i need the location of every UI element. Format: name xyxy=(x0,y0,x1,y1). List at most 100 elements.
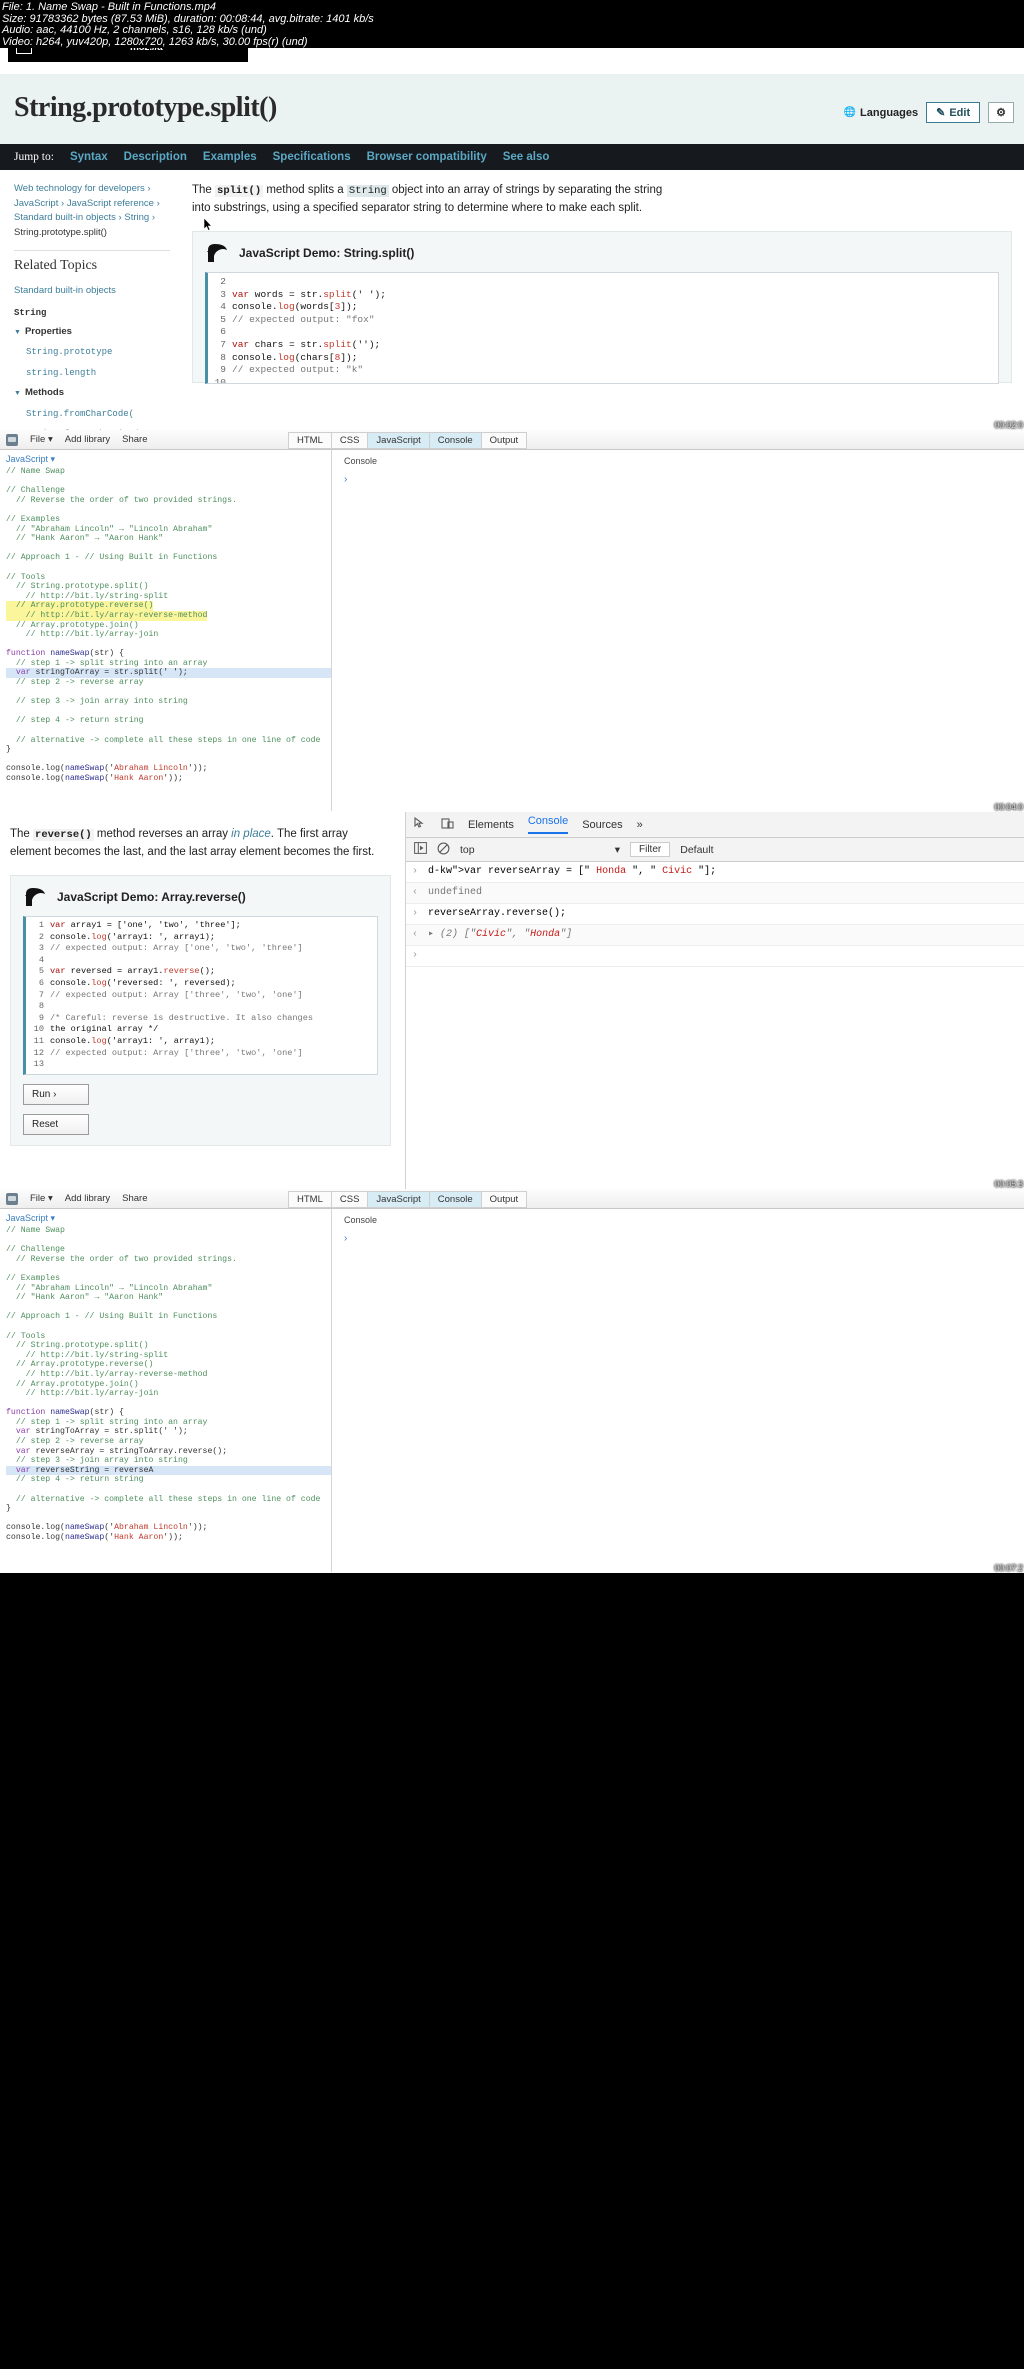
devtools-tab-elements[interactable]: Elements xyxy=(468,819,514,831)
video-frame-3: The reverse() method reverses an array i… xyxy=(0,812,1024,1189)
fiddle-editor-pane[interactable]: JavaScript ▾ // Name Swap // Challenge /… xyxy=(0,450,332,811)
sidebar-link-standard-built-in-objects[interactable]: Standard built-in objects xyxy=(14,284,170,299)
sidebar-group-properties[interactable]: ▼ Properties xyxy=(14,325,170,341)
fiddle-editor-pane[interactable]: JavaScript ▾ // Name Swap // Challenge /… xyxy=(0,1209,332,1572)
breadcrumb-item-0[interactable]: Web technology for developers xyxy=(14,183,145,194)
console-prompt[interactable]: › xyxy=(332,1225,1024,1244)
console-context-selector[interactable]: top ▾ xyxy=(460,844,620,856)
tab-javascript[interactable]: JavaScript xyxy=(367,1191,429,1208)
link-in-place[interactable]: in place xyxy=(231,828,271,840)
mdn-page-header: String.prototype.split() 🌐 Languages ✎ E… xyxy=(0,74,1024,144)
console-header: Console xyxy=(344,1215,378,1225)
sidebar-root-label: String xyxy=(14,308,47,318)
jump-link-specifications[interactable]: Specifications xyxy=(273,151,351,163)
tab-console[interactable]: Console xyxy=(428,1191,481,1208)
line-number: 5 xyxy=(220,313,226,325)
jump-link-examples[interactable]: Examples xyxy=(203,151,257,163)
devtools-tab-console[interactable]: Console xyxy=(527,815,569,834)
tab-html[interactable]: HTML xyxy=(288,1191,331,1208)
code-line: // http://bit.ly/array-join xyxy=(6,1389,159,1399)
tab-javascript[interactable]: JavaScript xyxy=(367,432,429,449)
code-line: 11 console.log('array1: ', array1); xyxy=(26,1036,377,1048)
demo-title: JavaScript Demo: String.split() xyxy=(239,246,415,260)
devtools-more-tabs-icon[interactable]: » xyxy=(637,819,643,831)
javascript-demo-reverse: JavaScript Demo: Array.reverse() 1 var ar… xyxy=(10,875,391,1146)
code-line: // Challenge xyxy=(6,486,65,496)
pencil-icon: ✎ xyxy=(936,107,946,119)
menu-add-library[interactable]: Add library xyxy=(65,434,110,445)
code-line: // Name Swap xyxy=(6,467,65,476)
code-line: var stringToArray = str.split(' '); xyxy=(15,1427,188,1437)
line-number: 8 xyxy=(220,351,226,363)
line-text: console.log('array1: ', array1); xyxy=(50,931,216,942)
code-line: // "Abraham Lincoln" → "Lincoln Abraham" xyxy=(6,524,213,534)
sidebar-item-string-prototype[interactable]: String.prototype xyxy=(26,345,170,360)
languages-button[interactable]: 🌐 Languages xyxy=(844,107,919,119)
editor-language-selector[interactable]: JavaScript ▾ xyxy=(0,450,331,467)
menu-share[interactable]: Share xyxy=(122,1193,147,1204)
desc-part-b: method splits a xyxy=(263,184,347,196)
menu-add-library[interactable]: Add library xyxy=(65,1193,110,1204)
tab-html[interactable]: HTML xyxy=(288,432,331,449)
line-text: // expected output: "k" xyxy=(232,364,364,376)
video-frame-2: File ▾ Add library Share HTML CSS JavaSc… xyxy=(0,430,1024,812)
code-line: 2 xyxy=(208,276,998,289)
console-level-selector[interactable]: Default xyxy=(680,844,713,856)
run-button[interactable]: Run › xyxy=(23,1083,89,1105)
editor-language-selector[interactable]: JavaScript ▾ xyxy=(0,1209,331,1226)
settings-button[interactable]: ⚙ xyxy=(988,102,1014,123)
breadcrumb: Web technology for developers › JavaScri… xyxy=(14,183,160,238)
console-filter-input[interactable]: Filter xyxy=(630,842,671,857)
line-number: 6 xyxy=(38,977,44,988)
tab-output[interactable]: Output xyxy=(480,432,528,449)
sidebar-group-methods[interactable]: ▼ Methods xyxy=(14,386,170,402)
breadcrumb-item-1[interactable]: JavaScript xyxy=(14,198,58,209)
edit-button[interactable]: ✎ Edit xyxy=(926,102,981,123)
rdemo-code-editor[interactable]: 1 var array1 = ['one', 'two', 'three']; 2 c… xyxy=(23,916,378,1075)
reset-button[interactable]: Reset xyxy=(23,1113,89,1135)
line-number: 11 xyxy=(33,1035,44,1046)
line-number: 9 xyxy=(38,1012,44,1023)
video-frame-4: File ▾ Add library Share HTML CSS JavaSc… xyxy=(0,1189,1024,1573)
sidebar-item-fromcharcode[interactable]: String.fromCharCode( xyxy=(26,407,170,422)
editor-code[interactable]: // Name Swap // Challenge // Reverse the… xyxy=(0,1226,331,1543)
breadcrumb-item-4[interactable]: String xyxy=(124,212,149,223)
demo-code-editor[interactable]: 2 3 var words = str.split(' '); 4 console.lo… xyxy=(205,272,999,384)
line-number: 3 xyxy=(38,943,44,954)
jump-link-browser-compatibility[interactable]: Browser compatibility xyxy=(367,151,487,163)
code-line: // Reverse the order of two provided str… xyxy=(6,495,237,505)
frame-timestamp: 00:02:0 xyxy=(994,420,1023,430)
code-line: // Approach 1 - // Using Built in Functi… xyxy=(6,553,218,563)
editor-code[interactable]: // Name Swap // Challenge // Reverse the… xyxy=(0,467,331,784)
sidebar-group-properties-label: Properties xyxy=(24,325,72,337)
jump-link-see-also[interactable]: See also xyxy=(503,151,550,163)
code-line: 3 // expected output: Array ['one', 'two'… xyxy=(26,943,377,955)
menu-file[interactable]: File ▾ xyxy=(30,434,53,445)
breadcrumb-item-2[interactable]: JavaScript reference xyxy=(67,198,154,209)
menu-file[interactable]: File ▾ xyxy=(30,1193,53,1204)
console-prompt[interactable]: › xyxy=(332,466,1024,485)
video-frame-1: moz://a String.prototype.split() 🌐 Langu… xyxy=(0,48,1024,430)
sidebar-item-string-length[interactable]: string.length xyxy=(26,366,170,381)
device-toolbar-icon[interactable] xyxy=(441,817,454,833)
tab-css[interactable]: CSS xyxy=(330,432,368,449)
code-line: 8 xyxy=(26,1001,377,1013)
menu-share[interactable]: Share xyxy=(122,434,147,445)
tab-css[interactable]: CSS xyxy=(330,1191,368,1208)
code-line: 7 var chars = str.split(''); xyxy=(208,339,998,352)
console-line: › xyxy=(406,946,1024,967)
console-sidebar-icon[interactable] xyxy=(414,842,427,857)
devtools-tab-sources[interactable]: Sources xyxy=(582,819,622,831)
jump-link-description[interactable]: Description xyxy=(124,151,187,163)
breadcrumb-item-3[interactable]: Standard built-in objects xyxy=(14,212,116,223)
jump-link-syntax[interactable]: Syntax xyxy=(70,151,108,163)
clear-console-icon[interactable] xyxy=(437,842,450,858)
line-number: 2 xyxy=(220,276,226,287)
tab-output[interactable]: Output xyxy=(480,1191,528,1208)
inspect-element-icon[interactable] xyxy=(414,816,427,833)
line-text: the original array */ xyxy=(50,1024,159,1035)
tab-console[interactable]: Console xyxy=(428,432,481,449)
